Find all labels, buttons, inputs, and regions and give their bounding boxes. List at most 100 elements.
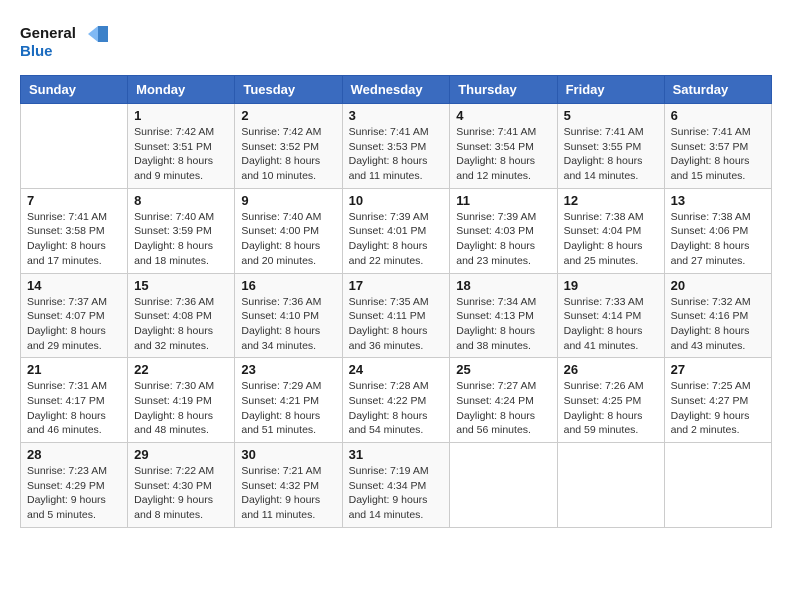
day-info: Sunrise: 7:42 AM Sunset: 3:51 PM Dayligh… [134,125,228,184]
calendar-cell: 14 Sunrise: 7:37 AM Sunset: 4:07 PM Dayli… [21,273,128,358]
calendar-cell: 22 Sunrise: 7:30 AM Sunset: 4:19 PM Dayli… [128,358,235,443]
logo-svg: General Blue [20,20,110,65]
calendar-cell: 24 Sunrise: 7:28 AM Sunset: 4:22 PM Dayli… [342,358,450,443]
day-number: 10 [349,193,444,208]
calendar-cell: 6Sunrise: 7:41 AM Sunset: 3:57 PM Daylig… [664,104,771,189]
weekday-header-friday: Friday [557,76,664,104]
day-info: Sunrise: 7:34 AM Sunset: 4:13 PM Dayligh… [456,295,550,354]
weekday-header-monday: Monday [128,76,235,104]
day-info: Sunrise: 7:38 AM Sunset: 4:06 PM Dayligh… [671,210,765,269]
calendar-cell: 30 Sunrise: 7:21 AM Sunset: 4:32 PM Dayli… [235,443,342,528]
day-info: Sunrise: 7:28 AM Sunset: 4:22 PM Dayligh… [349,379,444,438]
calendar-cell: 4 Sunrise: 7:41 AM Sunset: 3:54 PM Daylig… [450,104,557,189]
day-info: Sunrise: 7:23 AM Sunset: 4:29 PM Dayligh… [27,464,121,523]
day-number: 22 [134,362,228,377]
day-info: Sunrise: 7:21 AM Sunset: 4:32 PM Dayligh… [241,464,335,523]
day-number: 14 [27,278,121,293]
calendar-cell: 9Sunrise: 7:40 AM Sunset: 4:00 PM Daylig… [235,188,342,273]
day-info: Sunrise: 7:39 AM Sunset: 4:03 PM Dayligh… [456,210,550,269]
day-info: Sunrise: 7:30 AM Sunset: 4:19 PM Dayligh… [134,379,228,438]
calendar-cell [557,443,664,528]
calendar-cell: 27 Sunrise: 7:25 AM Sunset: 4:27 PM Dayli… [664,358,771,443]
day-info: Sunrise: 7:25 AM Sunset: 4:27 PM Dayligh… [671,379,765,438]
day-number: 23 [241,362,335,377]
day-number: 30 [241,447,335,462]
day-number: 11 [456,193,550,208]
calendar-cell: 26 Sunrise: 7:26 AM Sunset: 4:25 PM Dayli… [557,358,664,443]
day-number: 27 [671,362,765,377]
day-number: 1 [134,108,228,123]
calendar-cell: 1 Sunrise: 7:42 AM Sunset: 3:51 PM Daylig… [128,104,235,189]
calendar-cell [664,443,771,528]
calendar-cell: 13Sunrise: 7:38 AM Sunset: 4:06 PM Dayli… [664,188,771,273]
svg-text:General: General [20,25,76,42]
day-number: 19 [564,278,658,293]
day-number: 8 [134,193,228,208]
day-number: 2 [241,108,335,123]
calendar-cell: 19 Sunrise: 7:33 AM Sunset: 4:14 PM Dayli… [557,273,664,358]
calendar-cell: 2 Sunrise: 7:42 AM Sunset: 3:52 PM Daylig… [235,104,342,189]
day-number: 12 [564,193,658,208]
calendar-cell: 17 Sunrise: 7:35 AM Sunset: 4:11 PM Dayli… [342,273,450,358]
day-info: Sunrise: 7:37 AM Sunset: 4:07 PM Dayligh… [27,295,121,354]
day-info: Sunrise: 7:26 AM Sunset: 4:25 PM Dayligh… [564,379,658,438]
day-number: 31 [349,447,444,462]
day-info: Sunrise: 7:41 AM Sunset: 3:55 PM Dayligh… [564,125,658,184]
weekday-header-thursday: Thursday [450,76,557,104]
weekday-header-tuesday: Tuesday [235,76,342,104]
day-number: 26 [564,362,658,377]
day-number: 15 [134,278,228,293]
day-info: Sunrise: 7:36 AM Sunset: 4:08 PM Dayligh… [134,295,228,354]
calendar-cell: 8 Sunrise: 7:40 AM Sunset: 3:59 PM Daylig… [128,188,235,273]
day-info: Sunrise: 7:19 AM Sunset: 4:34 PM Dayligh… [349,464,444,523]
day-number: 5 [564,108,658,123]
day-info: Sunrise: 7:41 AM Sunset: 3:53 PM Dayligh… [349,125,444,184]
day-info: Sunrise: 7:41 AM Sunset: 3:54 PM Dayligh… [456,125,550,184]
day-number: 21 [27,362,121,377]
calendar-cell: 28 Sunrise: 7:23 AM Sunset: 4:29 PM Dayli… [21,443,128,528]
svg-text:Blue: Blue [20,43,53,60]
calendar-cell: 23 Sunrise: 7:29 AM Sunset: 4:21 PM Dayli… [235,358,342,443]
day-number: 17 [349,278,444,293]
day-info: Sunrise: 7:41 AM Sunset: 3:58 PM Dayligh… [27,210,121,269]
day-info: Sunrise: 7:40 AM Sunset: 3:59 PM Dayligh… [134,210,228,269]
day-info: Sunrise: 7:22 AM Sunset: 4:30 PM Dayligh… [134,464,228,523]
calendar-cell: 10 Sunrise: 7:39 AM Sunset: 4:01 PM Dayli… [342,188,450,273]
day-number: 6 [671,108,765,123]
day-info: Sunrise: 7:27 AM Sunset: 4:24 PM Dayligh… [456,379,550,438]
calendar-cell: 12 Sunrise: 7:38 AM Sunset: 4:04 PM Dayli… [557,188,664,273]
weekday-header-wednesday: Wednesday [342,76,450,104]
weekday-header-saturday: Saturday [664,76,771,104]
day-info: Sunrise: 7:42 AM Sunset: 3:52 PM Dayligh… [241,125,335,184]
calendar-cell: 29 Sunrise: 7:22 AM Sunset: 4:30 PM Dayli… [128,443,235,528]
page-header: General Blue [20,20,772,65]
day-info: Sunrise: 7:38 AM Sunset: 4:04 PM Dayligh… [564,210,658,269]
calendar-cell: 5 Sunrise: 7:41 AM Sunset: 3:55 PM Daylig… [557,104,664,189]
day-number: 29 [134,447,228,462]
calendar-cell: 3 Sunrise: 7:41 AM Sunset: 3:53 PM Daylig… [342,104,450,189]
day-info: Sunrise: 7:35 AM Sunset: 4:11 PM Dayligh… [349,295,444,354]
day-info: Sunrise: 7:33 AM Sunset: 4:14 PM Dayligh… [564,295,658,354]
calendar-cell: 16 Sunrise: 7:36 AM Sunset: 4:10 PM Dayli… [235,273,342,358]
day-info: Sunrise: 7:29 AM Sunset: 4:21 PM Dayligh… [241,379,335,438]
calendar-cell [450,443,557,528]
day-info: Sunrise: 7:36 AM Sunset: 4:10 PM Dayligh… [241,295,335,354]
day-number: 28 [27,447,121,462]
day-number: 3 [349,108,444,123]
calendar-cell: 18Sunrise: 7:34 AM Sunset: 4:13 PM Dayli… [450,273,557,358]
calendar-cell: 20 Sunrise: 7:32 AM Sunset: 4:16 PM Dayli… [664,273,771,358]
day-number: 16 [241,278,335,293]
day-info: Sunrise: 7:31 AM Sunset: 4:17 PM Dayligh… [27,379,121,438]
weekday-header-sunday: Sunday [21,76,128,104]
calendar-cell: 7 Sunrise: 7:41 AM Sunset: 3:58 PM Daylig… [21,188,128,273]
day-number: 20 [671,278,765,293]
day-number: 7 [27,193,121,208]
day-info: Sunrise: 7:40 AM Sunset: 4:00 PM Dayligh… [241,210,335,269]
calendar-cell: 21 Sunrise: 7:31 AM Sunset: 4:17 PM Dayli… [21,358,128,443]
day-info: Sunrise: 7:32 AM Sunset: 4:16 PM Dayligh… [671,295,765,354]
calendar-cell: 25Sunrise: 7:27 AM Sunset: 4:24 PM Dayli… [450,358,557,443]
calendar-cell: 15 Sunrise: 7:36 AM Sunset: 4:08 PM Dayli… [128,273,235,358]
day-number: 24 [349,362,444,377]
day-info: Sunrise: 7:39 AM Sunset: 4:01 PM Dayligh… [349,210,444,269]
day-number: 4 [456,108,550,123]
